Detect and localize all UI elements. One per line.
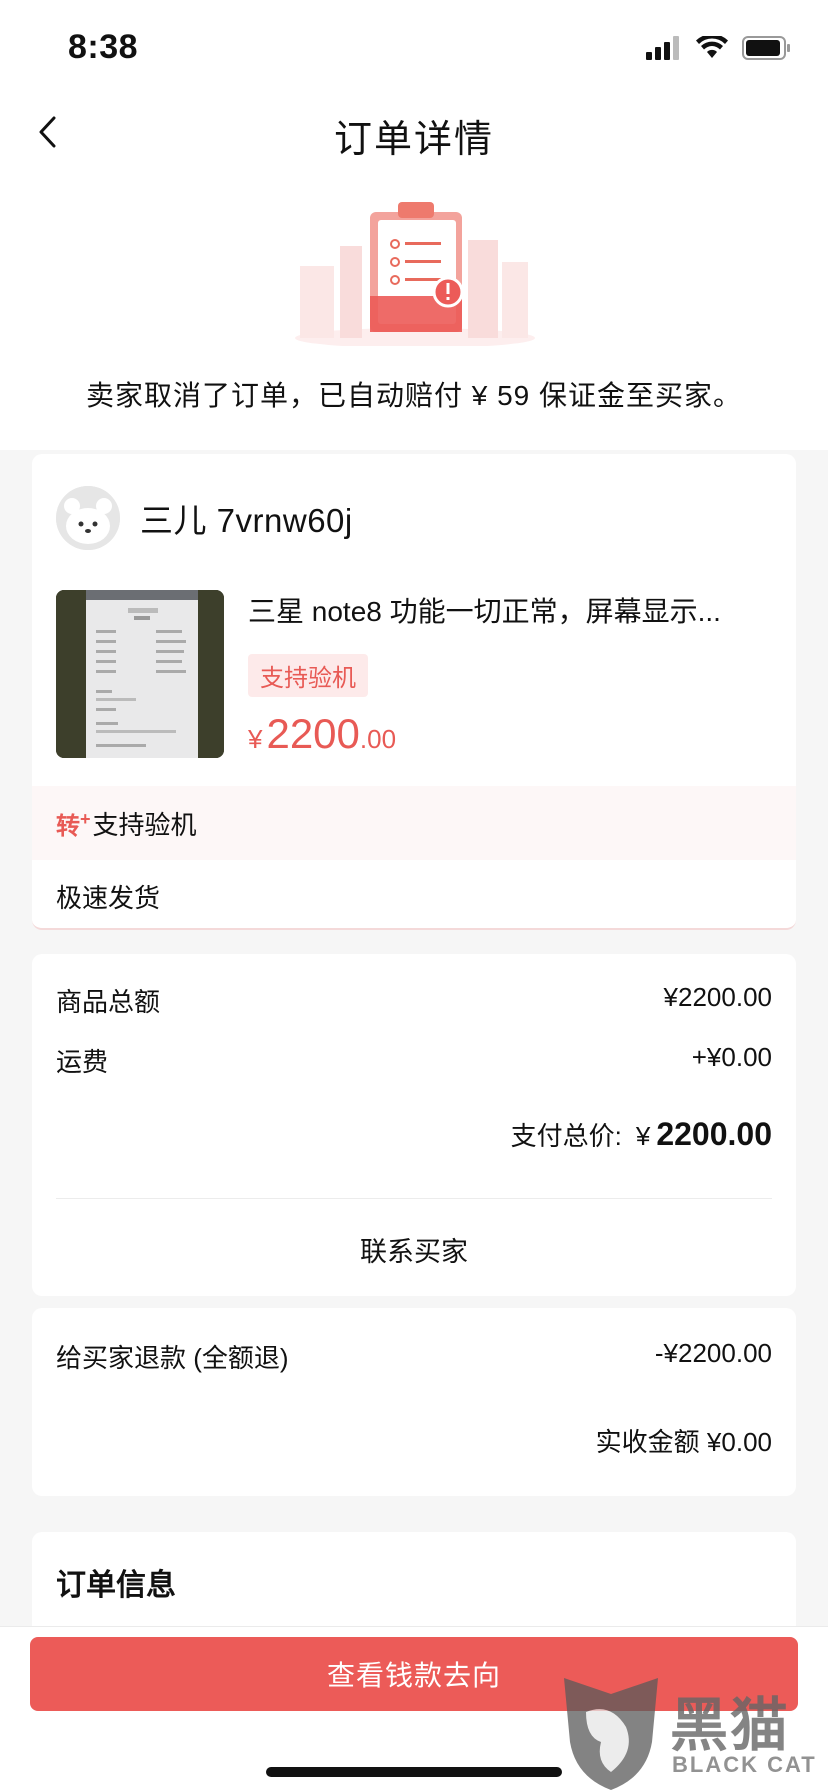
contact-buyer-button[interactable]: 联系买家 — [32, 1230, 796, 1269]
price-integer: 2200 — [266, 710, 360, 757]
cancel-notice: 卖家取消了订单，已自动赔付 ¥ 59 保证金至买家。 — [85, 380, 743, 411]
status-icons — [646, 34, 792, 65]
status-time: 8:38 — [68, 28, 139, 66]
refund-value: -¥2200.00 — [654, 1338, 772, 1368]
seller-row[interactable]: 三儿 7vrnw60j — [56, 486, 353, 550]
cat-logo-icon — [564, 1678, 658, 1790]
avatar — [56, 486, 120, 550]
watermark-subtext: BLACK CAT — [672, 1752, 817, 1777]
zhuan-plus-icon: 转+ — [56, 808, 91, 840]
goods-total-value: ¥2200.00 — [663, 982, 772, 1012]
divider — [56, 1198, 772, 1199]
refund-label: 给买家退款 (全额退) — [56, 1343, 289, 1373]
paid-total-value: 2200.00 — [656, 1116, 772, 1152]
home-indicator — [266, 1767, 562, 1777]
price-summary-card: 商品总额 ¥2200.00 运费 +¥0.00 支付总价: ¥ 2200.00 … — [32, 954, 796, 1296]
signal-icon — [646, 36, 682, 65]
cancelled-order-illustration — [280, 196, 550, 348]
refund-card: 给买家退款 (全额退) -¥2200.00 实收金额 ¥0.00 — [32, 1308, 796, 1496]
paid-total-row: 支付总价: ¥ 2200.00 — [511, 1116, 772, 1153]
price-decimal: .00 — [359, 724, 397, 754]
black-cat-watermark: 黑猫 BLACK CAT — [556, 1672, 828, 1792]
watermark-text: 黑猫 — [670, 1693, 791, 1758]
paid-total-symbol: ¥ — [635, 1121, 651, 1151]
seller-name: 三儿 7vrnw60j — [140, 502, 353, 539]
battery-icon — [742, 36, 792, 65]
paid-total-label: 支付总价: — [510, 1121, 622, 1151]
refund-row: 给买家退款 (全额退) -¥2200.00 — [56, 1338, 772, 1375]
inspection-support-row[interactable]: 转+ 支持验机 — [32, 786, 796, 860]
goods-total-row: 商品总额 ¥2200.00 — [56, 982, 772, 1019]
status-bar: 8:38 — [0, 0, 828, 100]
nav-bar: 订单详情 — [0, 100, 828, 164]
product-image[interactable] — [56, 590, 224, 758]
received-value: ¥0.00 — [706, 1427, 772, 1457]
inspection-support-label: 支持验机 — [92, 809, 197, 840]
received-amount: 实收金额 ¥0.00 — [596, 1422, 772, 1459]
product-title[interactable]: 三星 note8 功能一切正常，屏幕显示... — [248, 590, 721, 630]
goods-total-label: 商品总额 — [56, 987, 161, 1017]
product-price: ¥2200.00 — [248, 710, 396, 758]
wifi-icon — [696, 34, 728, 65]
shipping-label: 运费 — [56, 1047, 109, 1077]
order-info-title: 订单信息 — [56, 1569, 176, 1602]
inspection-tag: 支持验机 — [248, 654, 368, 697]
received-label: 实收金额 — [595, 1427, 700, 1457]
product-card: 三儿 7vrnw60j 三星 note8 功能一切正常，屏幕显示... 支持验机… — [32, 454, 796, 930]
fast-shipping-label: 极速发货 — [56, 883, 161, 913]
shipping-value: +¥0.00 — [691, 1042, 772, 1072]
price-symbol: ¥ — [248, 724, 263, 754]
page-title: 订单详情 — [333, 119, 494, 161]
shipping-row: 运费 +¥0.00 — [56, 1042, 772, 1079]
